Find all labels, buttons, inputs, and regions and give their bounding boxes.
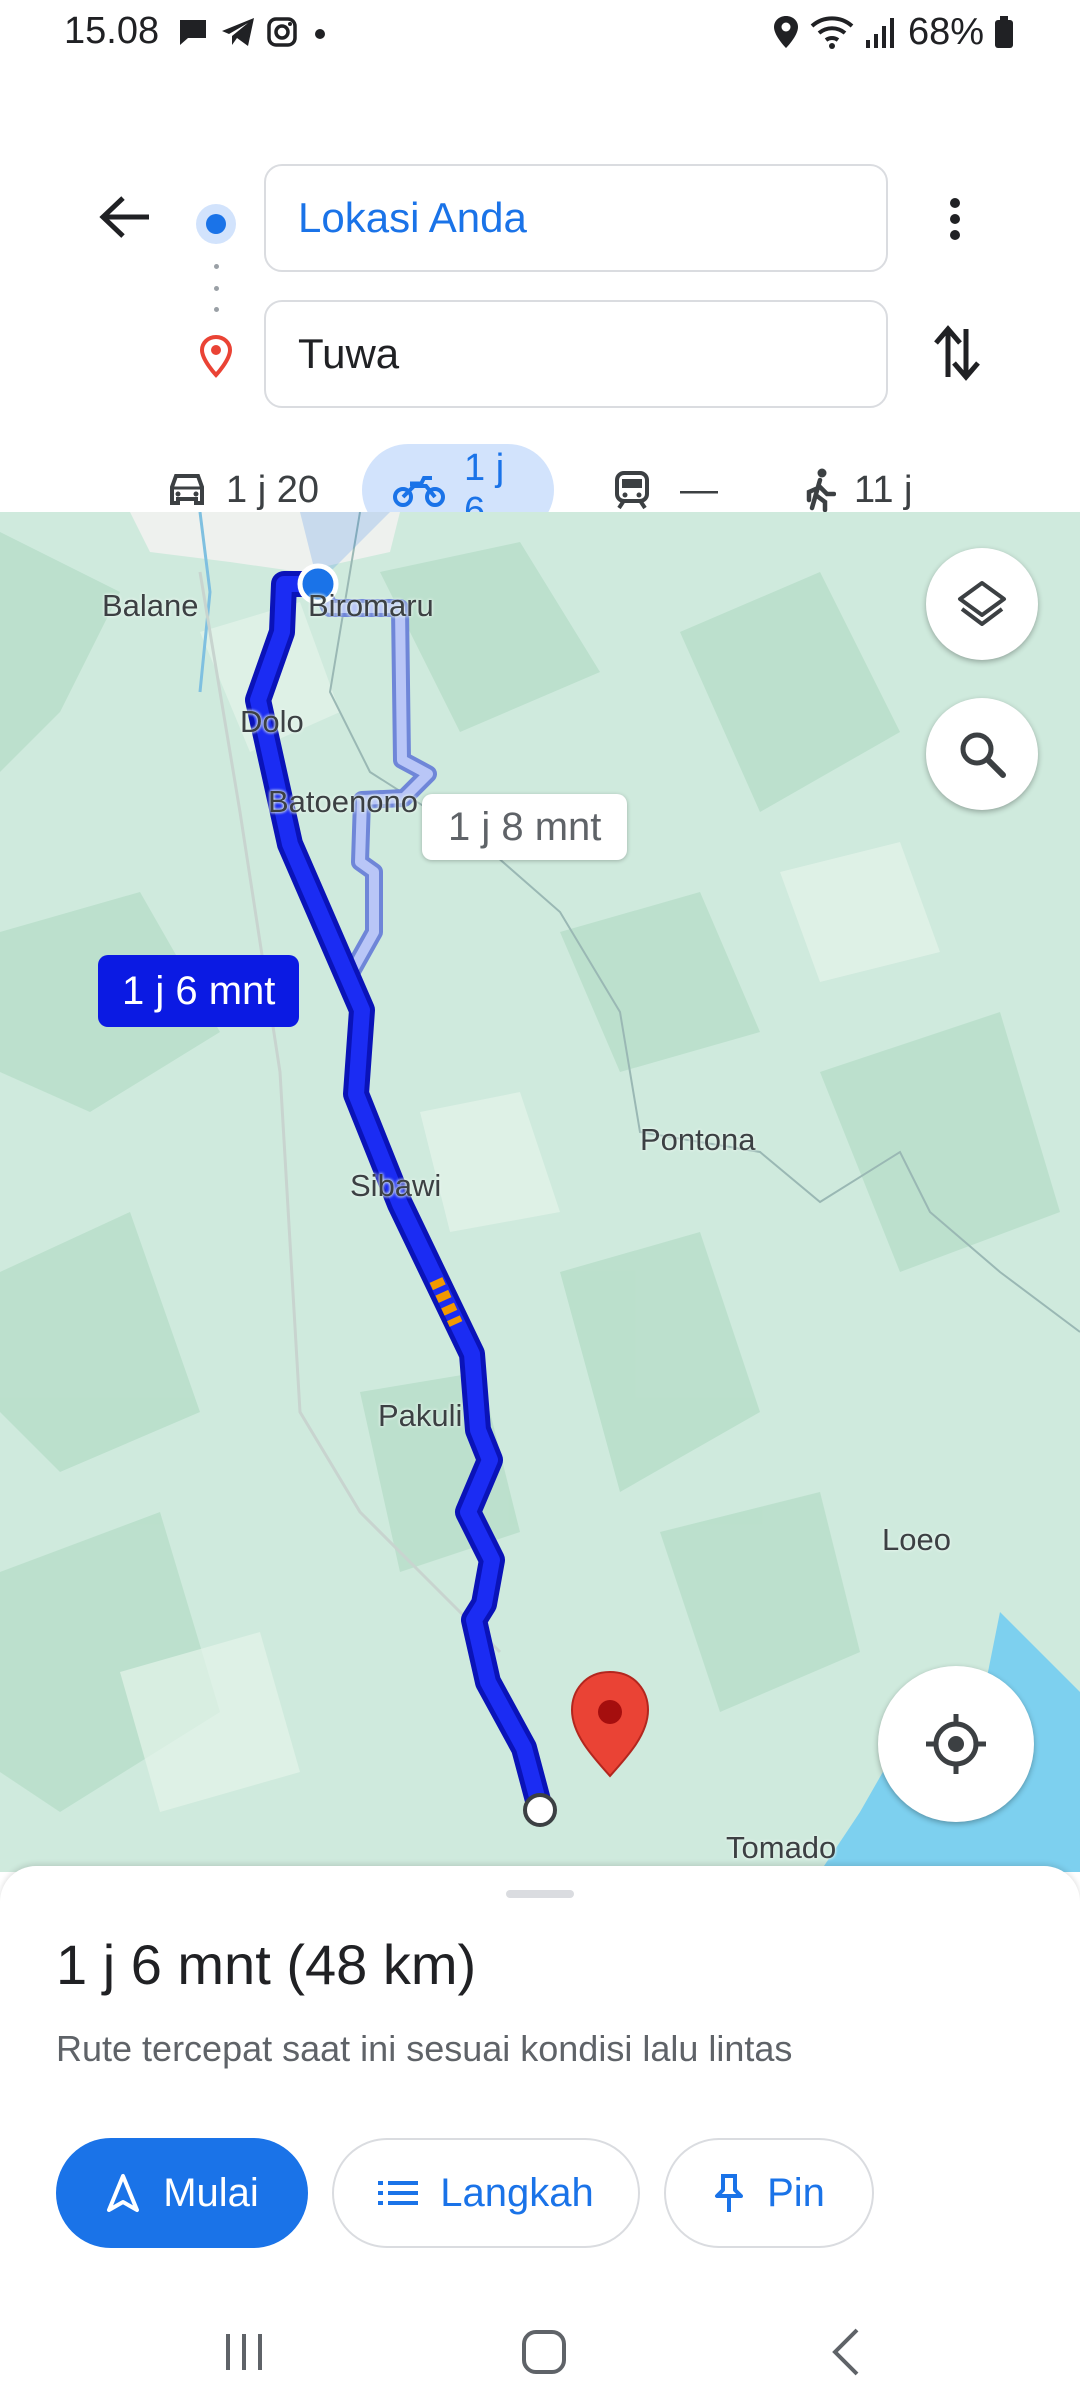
notification-icons — [176, 12, 332, 52]
main-route-time-chip[interactable]: 1 j 6 mnt — [98, 955, 300, 1027]
motorcycle-icon — [393, 476, 445, 507]
home-icon — [522, 2330, 566, 2374]
place-label: Batoenono — [268, 784, 418, 819]
my-location-icon — [926, 1714, 986, 1774]
list-icon — [378, 2181, 419, 2205]
steps-label: Langkah — [440, 2170, 594, 2215]
route-connector-icon — [213, 264, 219, 312]
instagram-icon — [267, 17, 297, 47]
destination-input[interactable]: Tuwa — [264, 300, 888, 408]
wifi-icon — [810, 16, 854, 49]
origin-dot-icon — [196, 204, 236, 244]
pin-icon — [715, 2174, 744, 2212]
place-label: Pakuli — [378, 1398, 463, 1433]
mode-label-car: 1 j 20 — [226, 468, 319, 511]
telegram-icon — [222, 18, 254, 46]
place-label: Tomado — [726, 1830, 837, 1865]
system-status: 68% — [772, 10, 1014, 54]
mode-label-transit: — — [680, 468, 718, 511]
recent-apps-button[interactable] — [204, 2324, 284, 2380]
status-bar: 15.08 68% — [0, 0, 1080, 66]
chat-bubble-icon — [180, 20, 206, 45]
route-end-marker — [523, 1793, 557, 1827]
navigation-arrow-icon — [107, 2174, 140, 2212]
pin-button[interactable]: Pin — [664, 2138, 874, 2248]
back-nav-button[interactable] — [806, 2324, 886, 2380]
train-icon — [615, 471, 649, 510]
start-navigation-button[interactable]: Mulai — [56, 2138, 308, 2248]
route-summary: 1 j 6 mnt (48 km) — [56, 1933, 477, 1996]
home-button[interactable] — [504, 2324, 584, 2380]
mode-label-walk: 11 j — [854, 468, 913, 511]
sheet-drag-handle[interactable] — [506, 1890, 574, 1898]
battery-icon — [995, 16, 1013, 48]
layers-icon — [958, 581, 1006, 626]
destination-pin-icon — [199, 334, 233, 378]
place-label: Balane — [102, 588, 199, 623]
back-nav-icon — [832, 2328, 859, 2376]
route-details-sheet[interactable]: 1 j 6 mnt (48 km) Rute tercepat saat ini… — [0, 1866, 1080, 2296]
map-canvas — [0, 512, 1080, 1872]
pin-label: Pin — [767, 2170, 825, 2215]
start-label: Mulai — [163, 2170, 259, 2215]
steps-button[interactable]: Langkah — [332, 2138, 640, 2248]
alt-route-time-chip[interactable]: 1 j 8 mnt — [422, 794, 628, 860]
destination-marker — [570, 1670, 650, 1778]
more-vert-icon — [950, 198, 960, 240]
map-view[interactable]: Balane Biromaru Dolo Batoenono Pontona S… — [0, 512, 1080, 1872]
walk-icon — [806, 468, 836, 512]
place-label: Pontona — [640, 1122, 756, 1157]
place-label: Dolo — [240, 704, 304, 739]
recent-apps-icon — [226, 2334, 262, 2370]
car-icon — [170, 474, 204, 505]
layers-button[interactable] — [926, 548, 1038, 660]
place-label: Biromaru — [308, 588, 434, 623]
signal-icon — [865, 18, 894, 48]
arrow-back-icon — [99, 196, 149, 238]
more-dot-icon — [315, 29, 325, 39]
battery-percentage: 68% — [907, 10, 984, 53]
swap-button[interactable] — [926, 318, 988, 388]
swap-vert-icon — [934, 325, 980, 381]
system-navigation-bar — [0, 2296, 1080, 2408]
search-along-route-button[interactable] — [926, 698, 1038, 810]
more-options-button[interactable] — [930, 186, 980, 252]
my-location-button[interactable] — [878, 1666, 1034, 1822]
search-icon — [960, 732, 1006, 778]
back-button[interactable] — [92, 184, 158, 250]
status-time: 15.08 — [64, 10, 160, 52]
place-label: Sibawi — [350, 1168, 442, 1203]
place-label: Loeo — [882, 1522, 951, 1557]
origin-input[interactable]: Lokasi Anda — [264, 164, 888, 272]
location-icon — [773, 16, 798, 48]
directions-header: Lokasi Anda Tuwa 1 j 20 1 j 6 — 11 j — [0, 66, 1080, 536]
route-description: Rute tercepat saat ini sesuai kondisi la… — [56, 2028, 793, 2069]
